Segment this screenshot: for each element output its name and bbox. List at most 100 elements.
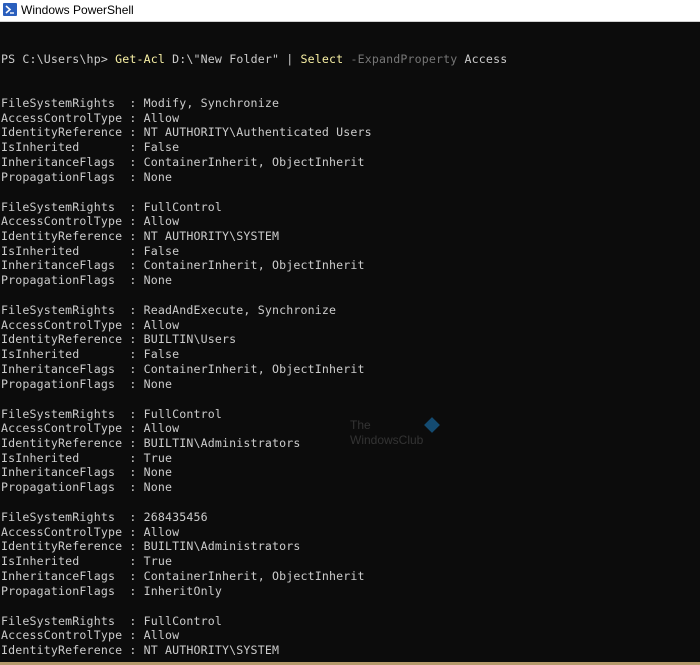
acl-entry-line: IdentityReference : BUILTIN\Administrato…: [1, 539, 300, 554]
property-value: Allow: [143, 317, 180, 332]
property-label: InheritanceFlags :: [1, 258, 144, 273]
property-value: NT AUTHORITY\SYSTEM: [143, 642, 280, 657]
watermark: The WindowsClub: [350, 417, 445, 454]
property-value: None: [143, 480, 173, 494]
acl-entry-line: InheritanceFlags : ContainerInherit, Obj…: [1, 569, 365, 584]
property-label: IdentityReference :: [1, 228, 144, 243]
property-value: False: [143, 347, 180, 362]
property-value: FullControl: [143, 199, 223, 214]
acl-entry-line: IdentityReference : NT AUTHORITY\Authent…: [1, 125, 372, 140]
acl-entry-line: InheritanceFlags : ContainerInherit, Obj…: [1, 362, 365, 377]
property-value: Allow: [143, 421, 180, 436]
acl-entry-line: PropagationFlags : None: [1, 170, 172, 185]
property-label: InheritanceFlags :: [1, 154, 144, 169]
acl-entry-line: FileSystemRights : ReadAndExecute, Synch…: [1, 303, 336, 318]
property-label: PropagationFlags :: [1, 273, 144, 287]
property-value: InheritOnly: [143, 583, 223, 598]
acl-entry-line: IsInherited : False: [1, 347, 179, 362]
cmdlet-select: Select: [300, 52, 344, 66]
property-label: AccessControlType :: [1, 524, 144, 539]
property-label: IdentityReference :: [1, 332, 144, 347]
property-label: PropagationFlags :: [1, 583, 144, 598]
property-value: FullControl: [143, 613, 223, 628]
property-value: False: [143, 140, 180, 155]
property-value: False: [143, 243, 180, 258]
powershell-icon: [3, 3, 17, 16]
acl-entry-line: PropagationFlags : None: [1, 480, 172, 495]
property-label: AccessControlType :: [1, 110, 144, 125]
acl-entry-line: IdentityReference : NT AUTHORITY\SYSTEM: [1, 229, 279, 244]
acl-entry-line: InheritanceFlags : ContainerInherit, Obj…: [1, 258, 365, 273]
acl-entry-line: AccessControlType : Allow: [1, 421, 179, 436]
property-label: FileSystemRights :: [1, 96, 144, 110]
property-value: True: [143, 554, 173, 569]
acl-entry-line: IdentityReference : BUILTIN\Administrato…: [1, 436, 300, 451]
acl-entry-line: FileSystemRights : FullControl: [1, 407, 222, 422]
property-label: InheritanceFlags :: [1, 568, 144, 583]
property-label: IsInherited :: [1, 347, 144, 362]
property-label: IsInherited :: [1, 554, 144, 569]
property-label: AccessControlType :: [1, 421, 144, 436]
property-value: ContainerInherit, ObjectInherit: [143, 258, 365, 273]
property-label: PropagationFlags :: [1, 376, 144, 391]
pipe: |: [286, 52, 294, 66]
param-value: Access: [464, 52, 508, 66]
property-label: FileSystemRights :: [1, 510, 144, 524]
property-value: None: [143, 465, 173, 480]
cmdlet-get-acl: Get-Acl: [115, 52, 166, 66]
property-value: Allow: [143, 110, 180, 125]
acl-entry-line: AccessControlType : Allow: [1, 525, 179, 540]
property-label: IdentityReference :: [1, 435, 144, 450]
acl-entry-line: AccessControlType : Allow: [1, 318, 179, 333]
title-bar: Windows PowerShell: [0, 0, 700, 22]
property-value: FullControl: [143, 406, 223, 421]
acl-entry-line: IsInherited : True: [1, 451, 172, 466]
acl-entry-line: InheritanceFlags : ContainerInherit, Obj…: [1, 155, 365, 170]
property-label: IsInherited :: [1, 450, 144, 465]
property-value: 268435456: [143, 510, 208, 524]
property-label: PropagationFlags :: [1, 480, 144, 494]
property-label: InheritanceFlags :: [1, 361, 144, 376]
acl-entry-line: IdentityReference : BUILTIN\Users: [1, 332, 236, 347]
property-label: IdentityReference :: [1, 125, 144, 140]
property-value: NT AUTHORITY\SYSTEM: [143, 228, 280, 243]
property-value: NT AUTHORITY\Authenticated Users: [143, 125, 372, 140]
prompt: PS C:\Users\hp>: [1, 52, 108, 66]
property-value: None: [143, 169, 173, 184]
property-value: ContainerInherit, ObjectInherit: [143, 568, 365, 583]
param-expandproperty: -ExpandProperty: [350, 52, 458, 66]
property-value: Allow: [143, 214, 180, 229]
property-value: BUILTIN\Administrators: [143, 435, 301, 450]
property-label: IdentityReference :: [1, 539, 144, 554]
property-label: FileSystemRights :: [1, 613, 144, 628]
property-value: ContainerInherit, ObjectInherit: [143, 361, 365, 376]
property-value: Allow: [143, 628, 180, 643]
property-label: AccessControlType :: [1, 214, 144, 229]
property-value: None: [143, 273, 173, 287]
property-label: FileSystemRights :: [1, 303, 144, 317]
acl-entry-line: PropagationFlags : None: [1, 273, 172, 288]
command-line: PS C:\Users\hp> Get-Acl D:\"New Folder" …: [1, 52, 507, 67]
acl-entry-line: IsInherited : False: [1, 140, 179, 155]
acl-entry-line: IsInherited : False: [1, 244, 179, 259]
watermark-text-2: WindowsClub: [350, 433, 424, 447]
acl-entry-line: FileSystemRights : Modify, Synchronize: [1, 96, 279, 111]
property-label: FileSystemRights :: [1, 199, 144, 214]
acl-entry-line: AccessControlType : Allow: [1, 214, 179, 229]
acl-entry-line: PropagationFlags : InheritOnly: [1, 584, 222, 599]
property-label: PropagationFlags :: [1, 169, 144, 184]
property-label: IsInherited :: [1, 243, 144, 258]
windows-logo-icon: [424, 417, 440, 433]
property-label: InheritanceFlags :: [1, 465, 144, 480]
acl-entry-line: FileSystemRights : FullControl: [1, 200, 222, 215]
property-label: IsInherited :: [1, 140, 144, 155]
acl-entry-line: AccessControlType : Allow: [1, 628, 179, 643]
property-value: BUILTIN\Administrators: [143, 539, 301, 554]
property-label: IdentityReference :: [1, 642, 144, 657]
command-arg: D:\"New Folder": [172, 52, 280, 66]
acl-entry-line: FileSystemRights : FullControl: [1, 614, 222, 629]
acl-entry-line: AccessControlType : Allow: [1, 111, 179, 126]
property-label: AccessControlType :: [1, 317, 144, 332]
acl-entry-line: InheritanceFlags : None: [1, 465, 172, 480]
console-output[interactable]: PS C:\Users\hp> Get-Acl D:\"New Folder" …: [0, 22, 700, 665]
